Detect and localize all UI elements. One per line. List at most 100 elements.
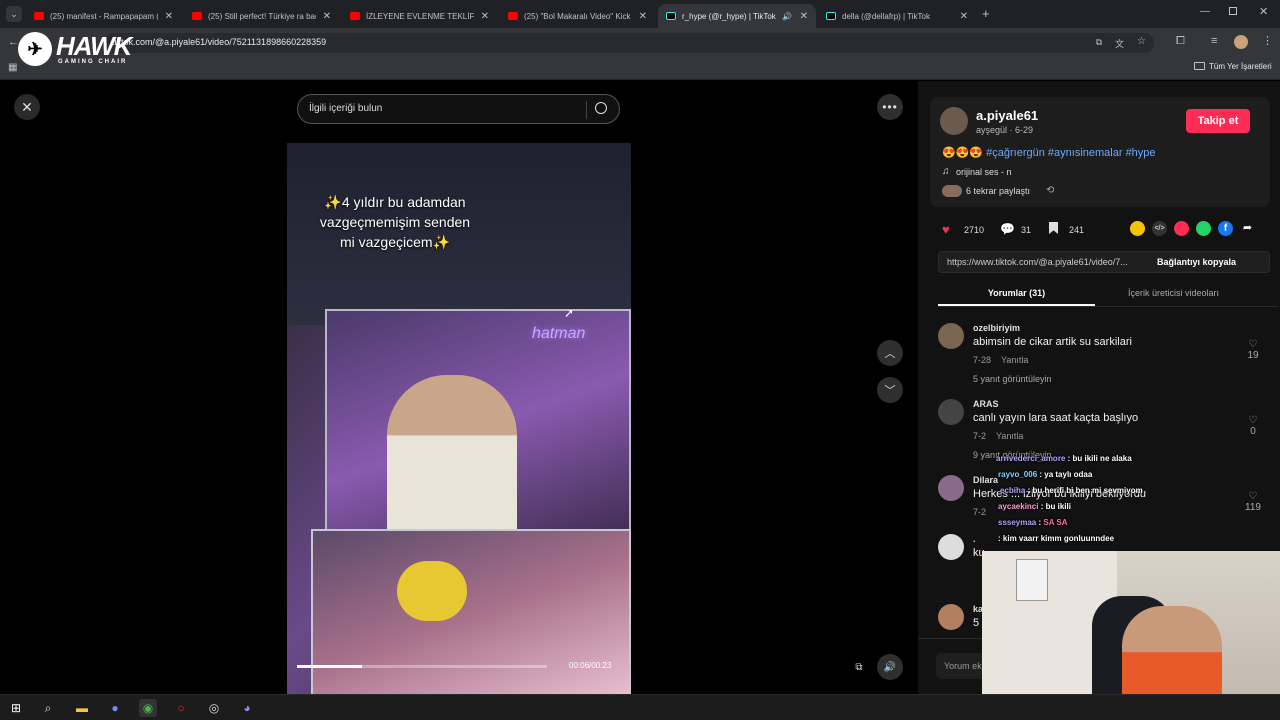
save-icon[interactable] (1049, 222, 1058, 234)
coin-icon[interactable] (1130, 221, 1145, 236)
like-icon[interactable]: ♥ (942, 222, 950, 237)
close-tab-icon[interactable]: ✕ (323, 11, 331, 22)
taskbar-search-icon[interactable]: ⌕ (39, 699, 57, 717)
repost-icon[interactable]: ⟲ (1046, 185, 1054, 196)
obs-icon[interactable]: ◎ (205, 699, 223, 717)
opera-icon[interactable]: ○ (172, 699, 190, 717)
chat-message: arrivederci_amore : bu ikili ne alaka (996, 454, 1132, 463)
browser-tab[interactable]: (25) Still perfect! Türkiye ra baq ✕ (184, 4, 339, 28)
browser-tab[interactable]: della (@dellafrp) | TikTok ✕ (818, 4, 976, 28)
discord-icon[interactable]: ◕ (238, 699, 256, 717)
close-tab-icon[interactable]: ✕ (960, 11, 968, 22)
comment-icon[interactable]: 💬 (1000, 222, 1015, 236)
tab-creator-videos[interactable]: İçerik üreticisi videoları (1095, 288, 1252, 298)
youtube-icon (192, 12, 202, 20)
all-bookmarks-link[interactable]: Tüm Yer İşaretleri (1209, 62, 1272, 71)
extensions-icon[interactable]: ⧠ (1176, 35, 1185, 48)
search-icon[interactable] (595, 102, 607, 114)
close-tab-icon[interactable]: ✕ (481, 11, 489, 22)
view-replies-link[interactable]: 5 yanıt görüntüleyin (973, 374, 1052, 384)
comment-like[interactable]: ♡ 0 (1243, 415, 1263, 437)
tiktok-icon (666, 12, 676, 20)
close-video-button[interactable]: ✕ (14, 94, 40, 120)
bookmark-star-icon[interactable]: ☆ (1137, 36, 1146, 47)
comment-author[interactable]: Dilara (973, 475, 998, 485)
comment-author[interactable]: . (973, 534, 976, 544)
stream-chat-overlay: arrivederci_amore : bu ikili ne alaka ra… (996, 454, 1216, 554)
translate-icon[interactable]: 文 (1115, 37, 1124, 50)
speaker-icon[interactable]: 🔊 (782, 12, 792, 21)
browser-tab[interactable]: (25) "Bol Makaralı Video" Kick 2 ✕ (500, 4, 655, 28)
browser-tab[interactable]: İZLEYENE EVLENME TEKLİFİ ED ✕ (342, 4, 497, 28)
profile-avatar[interactable] (1234, 35, 1248, 49)
install-app-icon[interactable]: ⧉ (1096, 37, 1102, 48)
omnibox[interactable]: tiktok.com/@a.piyale61/video/75211318986… (104, 33, 1154, 53)
author-username[interactable]: a.piyale61 (976, 108, 1038, 123)
apps-grid-icon[interactable]: ▦ (8, 62, 17, 73)
media-control-icon[interactable]: ≡ (1211, 35, 1217, 47)
author-avatar[interactable] (940, 107, 968, 135)
comment-like[interactable]: ♡ 19 (1243, 339, 1263, 361)
browser-menu-icon[interactable]: ⋮ (1262, 34, 1273, 47)
sound-name[interactable]: orijinal ses - n (956, 167, 1012, 177)
volume-icon[interactable]: 🔊 (877, 654, 903, 680)
comment-like[interactable]: ♡ 119 (1243, 491, 1263, 513)
pip-icon[interactable]: ⧉ (846, 654, 872, 680)
avatar[interactable] (938, 534, 964, 560)
comment-text: abimsin de cikar artik su sarkilari (973, 336, 1132, 348)
author-subline: ayşegül · 6-29 (976, 125, 1034, 135)
tab-comments[interactable]: Yorumlar (31) (938, 288, 1095, 298)
chat-message: rayvo_006 : ya taylı odaa (998, 470, 1093, 479)
video-player[interactable]: ✨4 yıldır bu adamdan vazgeçmemişim sende… (287, 143, 631, 694)
hawk-brand-text: HAWK (56, 31, 132, 61)
browser-tab-active[interactable]: r_hype (@r_hype) | TikTok 🔊 ✕ (658, 4, 816, 28)
pikachu-figure (397, 561, 467, 621)
related-search-box[interactable]: İlgili içeriği bulun (297, 94, 620, 124)
windows-start-icon[interactable]: ⊞ (7, 699, 25, 717)
embed-icon[interactable]: </> (1152, 221, 1167, 236)
avatar[interactable] (938, 399, 964, 425)
comment-author[interactable]: ARAS (973, 399, 999, 409)
close-tab-icon[interactable]: ✕ (165, 11, 173, 22)
comment-input-placeholder: Yorum ek (944, 661, 982, 671)
hashtag-links[interactable]: #çağrıergün #aynısinemalar #hype (986, 147, 1155, 159)
whatsapp-icon[interactable] (1196, 221, 1211, 236)
reply-link[interactable]: Yanıtla (996, 431, 1023, 441)
tiktok-icon (826, 12, 836, 20)
address-bar-row: ← tiktok.com/@a.piyale61/video/752113189… (0, 28, 1280, 58)
previous-video-button[interactable]: ︿ (877, 340, 903, 366)
app-icon-blue[interactable]: ● (106, 699, 124, 717)
reply-link[interactable]: Yanıtla (1001, 355, 1028, 365)
comment-author[interactable]: ozelbiriyim (973, 323, 1020, 333)
next-video-button[interactable]: ﹀ (877, 377, 903, 403)
chat-message: aycaekinci : bu ikili (998, 502, 1071, 511)
close-window-icon[interactable]: ✕ (1259, 5, 1268, 18)
close-tab-icon[interactable]: ✕ (800, 11, 808, 22)
file-explorer-icon[interactable]: ▬ (73, 699, 91, 717)
share-arrow-icon[interactable]: ➦ (1240, 221, 1255, 236)
send-icon[interactable] (1174, 221, 1189, 236)
copy-link-button[interactable]: Bağlantıyı kopyala (1157, 257, 1236, 267)
tab-divider (938, 306, 1278, 307)
webcam-poster (1016, 559, 1048, 601)
comment-text: 5 (973, 617, 980, 629)
avatar[interactable] (938, 323, 964, 349)
restore-icon[interactable] (1229, 7, 1237, 15)
chrome-icon[interactable]: ◉ (139, 699, 157, 717)
close-tab-icon[interactable]: ✕ (639, 11, 647, 22)
facebook-icon[interactable]: f (1218, 221, 1233, 236)
more-options-icon[interactable]: ••• (877, 94, 903, 120)
follow-button[interactable]: Takip et (1186, 109, 1250, 133)
browser-tab-strip: ⌄ (25) manifest - Rampapapam (/ ✕ (25) S… (0, 0, 1280, 28)
person-figure (387, 375, 517, 545)
new-tab-icon[interactable]: + (982, 6, 990, 21)
list-item: ozelbiriyim abimsin de cikar artik su sa… (938, 323, 1268, 393)
avatar[interactable] (938, 604, 964, 630)
tab-search-button[interactable]: ⌄ (6, 6, 22, 22)
avatar[interactable] (938, 475, 964, 501)
video-description: 😍😍😍 #çağrıergün #aynısinemalar #hype (942, 147, 1156, 159)
browser-tab[interactable]: (25) manifest - Rampapapam (/ ✕ (26, 4, 181, 28)
minimize-icon[interactable]: — (1200, 6, 1210, 17)
video-progress-track[interactable] (297, 665, 547, 668)
share-icons: </> f ➦ (1130, 221, 1255, 236)
